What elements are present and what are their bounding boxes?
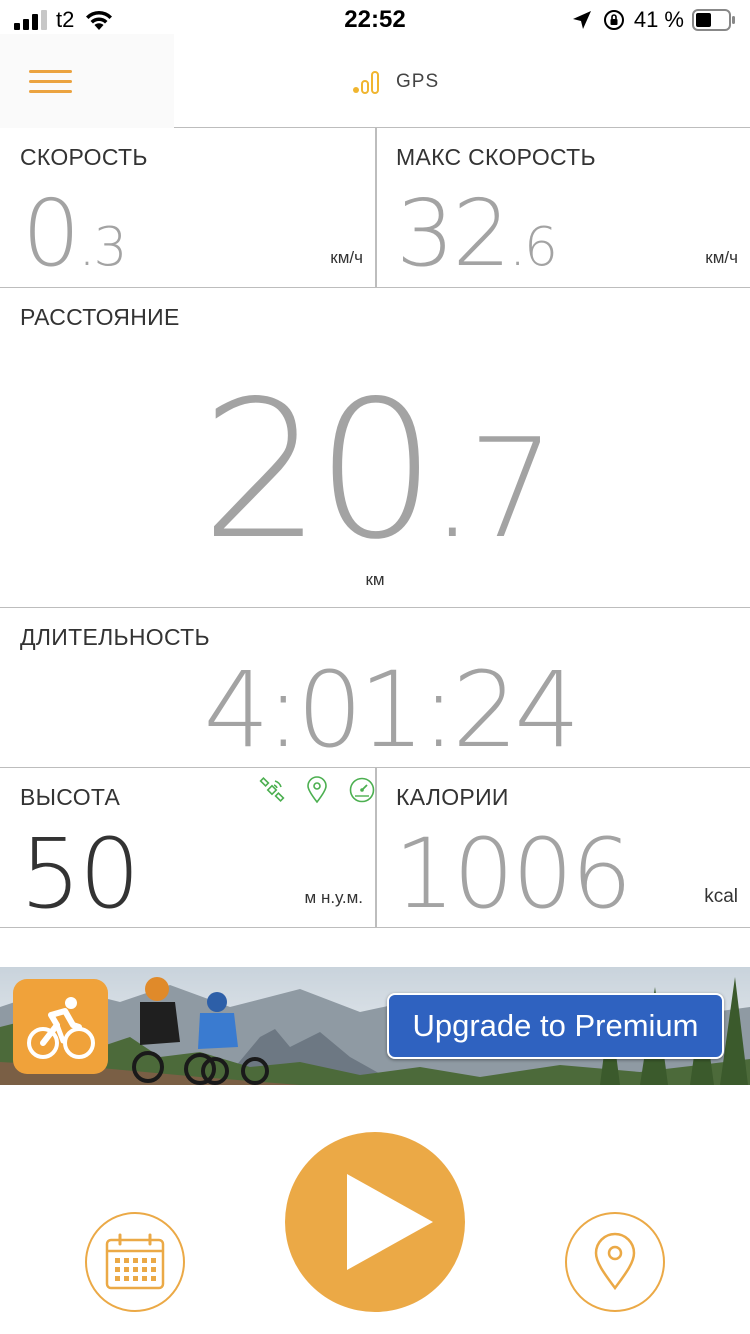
- altitude-label: ВЫСОТА: [20, 784, 121, 810]
- speed-tile: СКОРОСТЬ 0.3 км/ч: [0, 128, 375, 288]
- speedometer-icon[interactable]: [348, 776, 376, 804]
- speed-unit: км/ч: [330, 248, 363, 267]
- distance-tile: РАССТОЯНИЕ 20.7 км: [0, 288, 750, 608]
- cyclist-icon: [27, 997, 95, 1059]
- max-speed-value: 32.6: [396, 188, 558, 280]
- location-pin-icon[interactable]: [306, 776, 328, 804]
- gps-label: GPS: [396, 71, 440, 92]
- distance-label: РАССТОЯНИЕ: [20, 304, 180, 330]
- duration-label: ДЛИТЕЛЬНОСТЬ: [20, 624, 210, 650]
- calendar-icon: [105, 1233, 164, 1289]
- calories-label: КАЛОРИИ: [396, 784, 509, 810]
- duration-tile: ДЛИТЕЛЬНОСТЬ 4:01:24: [0, 608, 750, 768]
- premium-banner[interactable]: Upgrade to Premium: [0, 967, 750, 1085]
- app-logo: [13, 979, 108, 1074]
- map-pin-icon: [594, 1232, 635, 1290]
- satellite-icon[interactable]: [258, 776, 286, 804]
- altitude-tile: ВЫСОТА 50 м н.у.м.: [0, 768, 375, 928]
- history-calendar-button[interactable]: [85, 1212, 185, 1312]
- calories-value: 1006: [394, 818, 632, 930]
- speed-label: СКОРОСТЬ: [20, 144, 148, 170]
- max-speed-label: МАКС СКОРОСТЬ: [396, 144, 596, 170]
- speed-value: 0.3: [22, 188, 128, 280]
- max-speed-value-decimal: .6: [509, 215, 558, 278]
- max-speed-value-integer: 32: [396, 180, 511, 287]
- calories-unit: kcal: [704, 886, 738, 907]
- distance-value-decimal: .7: [430, 410, 556, 569]
- location-arrow-icon: [572, 11, 591, 29]
- orientation-lock-icon: [603, 10, 624, 30]
- speed-value-decimal: .3: [78, 215, 128, 278]
- start-button[interactable]: [285, 1132, 465, 1312]
- upgrade-to-premium-button[interactable]: Upgrade to Premium: [387, 993, 724, 1059]
- altitude-unit: м н.у.м.: [304, 888, 363, 907]
- distance-value-integer: 20: [200, 360, 437, 581]
- gps-signal-icon: [353, 71, 379, 94]
- battery-percent: 41 %: [633, 7, 684, 32]
- altitude-value: 50: [20, 818, 140, 930]
- play-icon: [347, 1174, 433, 1270]
- distance-unit: км: [365, 570, 385, 589]
- altitude-source-icons: [258, 776, 376, 804]
- calories-tile: КАЛОРИИ 1006 kcal: [376, 768, 750, 928]
- max-speed-tile: МАКС СКОРОСТЬ 32.6 км/ч: [376, 128, 750, 288]
- menu-button[interactable]: [0, 34, 174, 128]
- max-speed-unit: км/ч: [705, 248, 738, 267]
- top-bar: GPS: [0, 34, 750, 128]
- battery-icon: [692, 9, 735, 31]
- distance-value: 20.7: [0, 376, 750, 566]
- gps-status: GPS: [352, 70, 439, 94]
- duration-value: 4:01:24: [203, 649, 581, 771]
- speed-value-integer: 0: [22, 180, 81, 287]
- map-button[interactable]: [565, 1212, 665, 1312]
